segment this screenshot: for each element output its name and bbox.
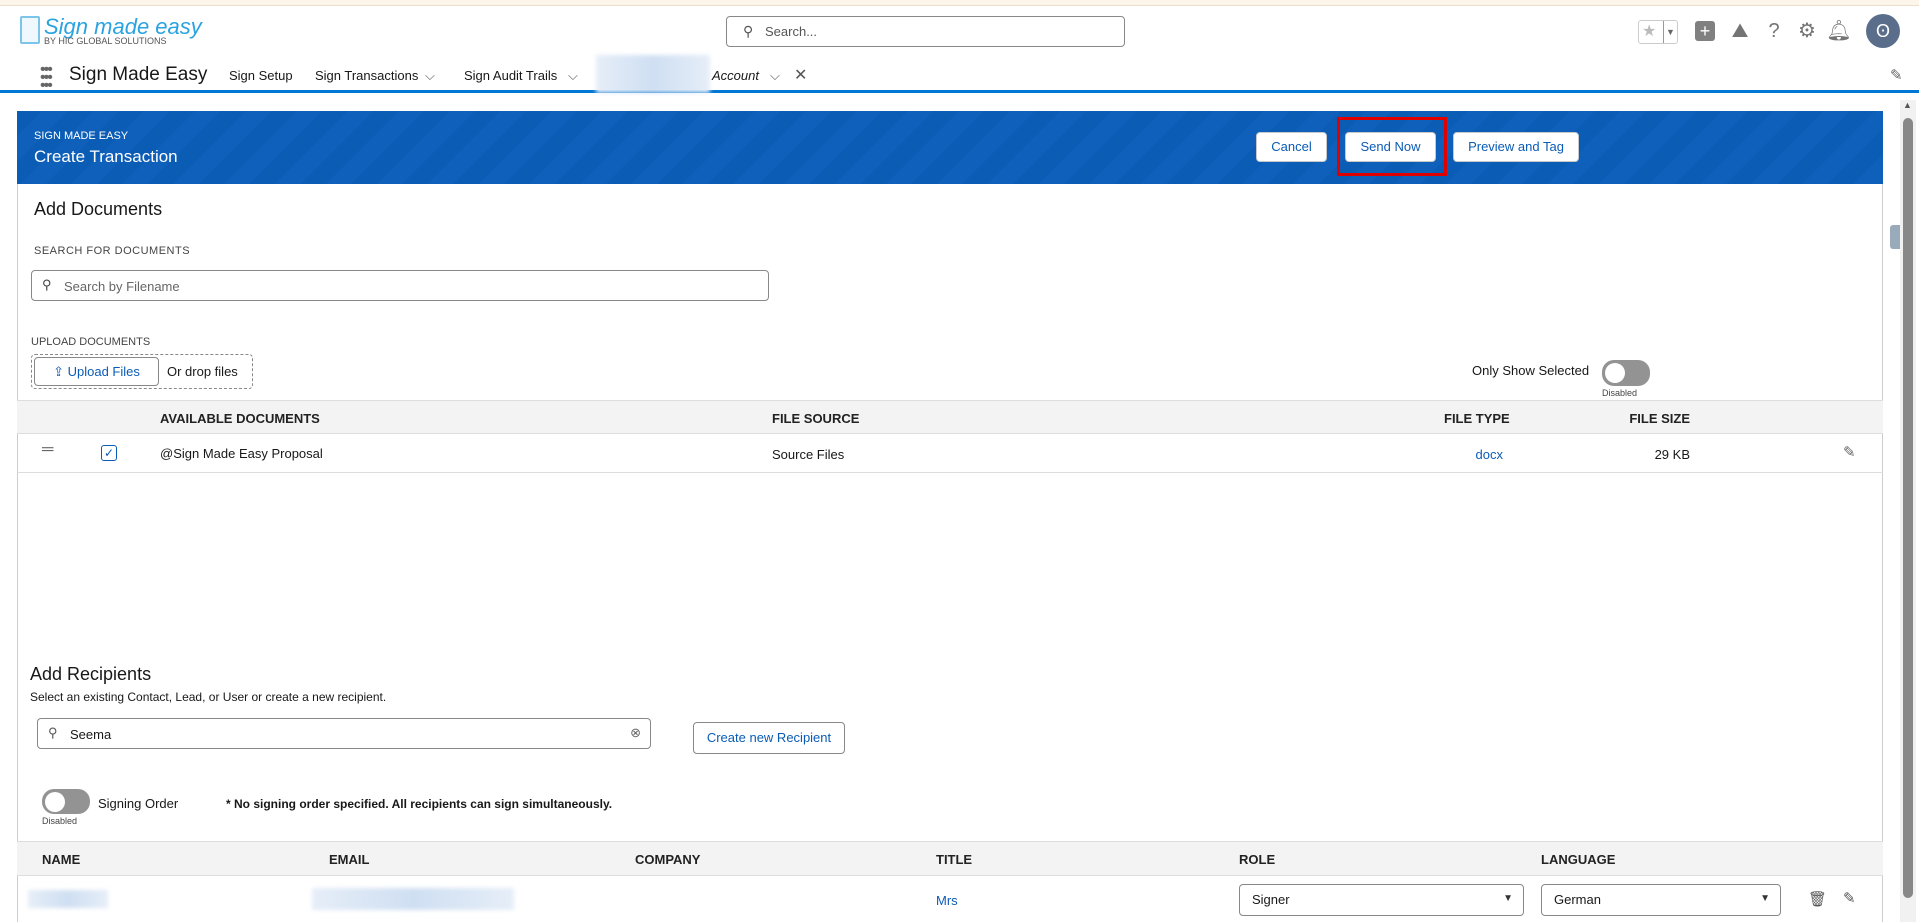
- edit-recipient-icon[interactable]: ✎: [1843, 889, 1856, 907]
- col-file-type: FILE TYPE: [1444, 411, 1510, 426]
- signing-order-label: Signing Order: [98, 796, 179, 811]
- add-recipients-subtitle: Select an existing Contact, Lead, or Use…: [30, 690, 387, 704]
- col-available-documents: AVAILABLE DOCUMENTS: [160, 411, 320, 426]
- chevron-down-icon[interactable]: ⌵: [770, 68, 780, 84]
- chevron-down-icon[interactable]: ⌵: [425, 68, 435, 84]
- upload-files-label: Upload Files: [67, 364, 140, 379]
- redacted-tab[interactable]: [596, 55, 710, 93]
- logo-subtitle: BY HIC GLOBAL SOLUTIONS: [44, 36, 167, 46]
- redacted-name: [28, 890, 108, 908]
- search-placeholder: Search by Filename: [64, 279, 180, 294]
- nav-item-sign-setup[interactable]: Sign Setup: [229, 68, 293, 83]
- clear-icon[interactable]: ⊗: [630, 725, 641, 741]
- col-language: LANGUAGE: [1541, 852, 1616, 867]
- document-checkbox[interactable]: ✓: [101, 445, 117, 461]
- redacted-email: [312, 888, 514, 910]
- document-search-input[interactable]: ⚲ Search by Filename: [31, 270, 769, 301]
- logo-icon: [20, 16, 40, 44]
- add-documents-title: Add Documents: [34, 199, 163, 219]
- preview-and-tag-button[interactable]: Preview and Tag: [1453, 132, 1579, 162]
- col-title: TITLE: [936, 852, 973, 867]
- language-value: German: [1554, 892, 1601, 907]
- recipient-search-value: Seema: [70, 727, 112, 742]
- search-documents-label: SEARCH FOR DOCUMENTS: [34, 245, 191, 257]
- upload-documents-label: UPLOAD DOCUMENTS: [31, 336, 151, 348]
- document-size: 29 KB: [1654, 447, 1690, 462]
- side-panel-handle[interactable]: [1890, 225, 1900, 249]
- edit-nav-icon[interactable]: ✎: [1890, 66, 1903, 84]
- only-show-selected-label: Only Show Selected: [1472, 363, 1590, 378]
- nav-item-sign-audit-trails[interactable]: Sign Audit Trails: [464, 68, 557, 83]
- col-file-size: FILE SIZE: [1629, 411, 1690, 426]
- role-select[interactable]: Signer: [1239, 884, 1524, 916]
- col-email: EMAIL: [329, 852, 370, 867]
- drop-files-text: Or drop files: [167, 364, 238, 379]
- add-icon[interactable]: +: [1692, 18, 1718, 44]
- trailhead-icon[interactable]: ⛰: [1727, 18, 1753, 44]
- avatar[interactable]: ʘ: [1866, 14, 1900, 48]
- col-role: ROLE: [1239, 852, 1276, 867]
- top-strip: [0, 0, 1919, 6]
- chevron-down-icon: ▼: [1663, 21, 1677, 43]
- page-title: Create Transaction: [34, 147, 178, 166]
- scrollbar[interactable]: ▲: [1900, 100, 1916, 922]
- signing-order-toggle[interactable]: [42, 789, 90, 814]
- document-type: docx: [1475, 447, 1503, 462]
- favorites-button[interactable]: ★ ▼: [1638, 20, 1678, 44]
- signing-order-note: * No signing order specified. All recipi…: [226, 797, 613, 811]
- recipient-search-input[interactable]: ⚲ Seema ⊗: [37, 718, 651, 749]
- search-placeholder: Search...: [765, 24, 818, 39]
- col-file-source: FILE SOURCE: [772, 411, 860, 426]
- language-select[interactable]: German: [1541, 884, 1781, 916]
- close-tab-icon[interactable]: ✕: [794, 65, 807, 85]
- edit-document-icon[interactable]: ✎: [1843, 443, 1856, 461]
- send-now-button[interactable]: Send Now: [1345, 132, 1436, 162]
- tab-account[interactable]: Account: [712, 68, 759, 83]
- gear-icon[interactable]: ⚙: [1794, 18, 1820, 44]
- app-launcher-icon[interactable]: ••• ••• •••: [40, 62, 53, 94]
- col-name: NAME: [42, 852, 81, 867]
- trash-icon[interactable]: 🗑︎: [1808, 890, 1827, 908]
- add-recipients-title: Add Recipients: [30, 664, 152, 684]
- chevron-down-icon[interactable]: ⌵: [568, 68, 578, 84]
- role-value: Signer: [1252, 892, 1290, 907]
- recipient-title: Mrs: [936, 893, 958, 908]
- drag-handle-icon[interactable]: ═: [42, 441, 53, 459]
- upload-icon: ⇪: [53, 364, 68, 379]
- search-icon: ⚲: [42, 277, 52, 292]
- star-icon: ★: [1642, 23, 1657, 40]
- upload-files-button[interactable]: ⇪ Upload Files: [34, 357, 159, 386]
- scrollbar-thumb[interactable]: [1903, 118, 1913, 898]
- app-name: Sign Made Easy: [69, 64, 208, 85]
- bell-icon[interactable]: 🔔︎: [1826, 18, 1852, 44]
- cancel-button[interactable]: Cancel: [1256, 132, 1327, 162]
- page-header: [17, 111, 1883, 184]
- document-name: @Sign Made Easy Proposal: [160, 446, 323, 461]
- create-new-recipient-button[interactable]: Create new Recipient: [693, 722, 845, 754]
- global-search-input[interactable]: ⚲ Search...: [726, 16, 1125, 47]
- only-show-selected-toggle[interactable]: [1602, 360, 1650, 386]
- toggle-state: Disabled: [42, 816, 78, 826]
- toggle-state: Disabled: [1602, 388, 1638, 398]
- help-icon[interactable]: ?: [1761, 18, 1787, 44]
- header-eyebrow: SIGN MADE EASY: [34, 130, 129, 142]
- nav-item-sign-transactions[interactable]: Sign Transactions: [315, 68, 418, 83]
- search-icon: ⚲: [743, 23, 754, 39]
- search-icon: ⚲: [48, 725, 58, 740]
- document-source: Source Files: [772, 447, 845, 462]
- col-company: COMPANY: [635, 852, 701, 867]
